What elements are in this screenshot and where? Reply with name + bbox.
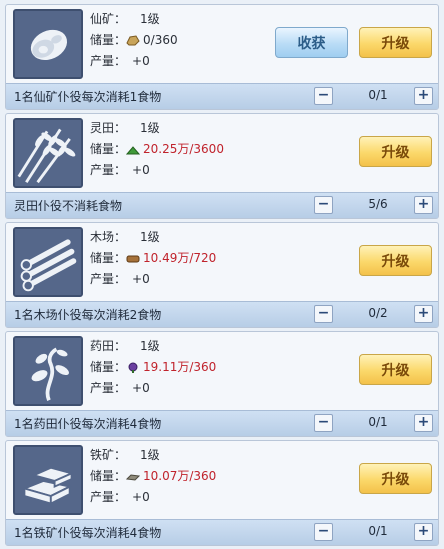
worker-count: 0/2: [368, 306, 388, 320]
building-name-label: 仙矿：: [90, 12, 127, 26]
increase-worker-button[interactable]: +: [414, 87, 433, 105]
storage-label: 储量：: [90, 360, 127, 374]
building-name-label: 木场：: [90, 230, 127, 244]
herb-res-icon: [128, 362, 138, 373]
storage-value: 20.25万/3600: [143, 142, 224, 156]
decrease-worker-button[interactable]: −: [314, 196, 333, 214]
output-label: 产量：: [90, 163, 127, 177]
building-name-label: 灵田：: [90, 121, 127, 135]
grain-res-icon: [126, 146, 141, 155]
building-level: 1级: [140, 230, 160, 244]
worker-count: 0/1: [368, 415, 388, 429]
building-card-lingtian: 灵田： 1级 储量： 20.25万/3600 产量： +0 升级 灵田仆役不消耗食物…: [5, 113, 439, 219]
iron-ingot-icon: [13, 445, 83, 515]
building-list: 仙矿： 1级 储量： 0/360 产量： +0 收获 升级 1名仙矿仆役每次消耗1食…: [0, 0, 444, 549]
iron-res-icon: [126, 474, 141, 481]
worker-consumption-text: 1名木场仆役每次消耗2食物: [14, 308, 162, 322]
wood-res-icon: [126, 255, 140, 263]
worker-bar: 灵田仆役不消耗食物 − 5/6 +: [6, 192, 438, 218]
ore-icon: [13, 9, 83, 79]
storage-label: 储量：: [90, 33, 127, 47]
worker-consumption-text: 1名铁矿仆役每次消耗4食物: [14, 526, 162, 540]
increase-worker-button[interactable]: +: [414, 196, 433, 214]
output-label: 产量：: [90, 272, 127, 286]
worker-bar: 1名木场仆役每次消耗2食物 − 0/2 +: [6, 301, 438, 327]
storage-value: 10.07万/360: [143, 469, 217, 483]
decrease-worker-button[interactable]: −: [314, 414, 333, 432]
increase-worker-button[interactable]: +: [414, 523, 433, 541]
worker-bar: 1名铁矿仆役每次消耗4食物 − 0/1 +: [6, 519, 438, 545]
storage-value: 10.49万/720: [143, 251, 217, 265]
output-value: +0: [132, 490, 150, 504]
increase-worker-button[interactable]: +: [414, 305, 433, 323]
wheat-icon: [13, 118, 83, 188]
stone-res-icon: [126, 35, 140, 46]
storage-value: 0/360: [143, 33, 178, 47]
building-level: 1级: [140, 448, 160, 462]
decrease-worker-button[interactable]: −: [314, 523, 333, 541]
building-card-muchang: 木场： 1级 储量： 10.49万/720 产量： +0 升级 1名木场仆役每次消耗…: [5, 222, 439, 328]
building-name-label: 药田：: [90, 339, 127, 353]
worker-consumption-text: 灵田仆役不消耗食物: [14, 199, 123, 213]
logs-icon: [13, 227, 83, 297]
output-value: +0: [132, 381, 150, 395]
worker-consumption-text: 1名仙矿仆役每次消耗1食物: [14, 90, 162, 104]
worker-bar: 1名仙矿仆役每次消耗1食物 − 0/1 +: [6, 83, 438, 109]
output-label: 产量：: [90, 490, 127, 504]
upgrade-button[interactable]: 升级: [359, 463, 432, 494]
output-label: 产量：: [90, 381, 127, 395]
output-label: 产量：: [90, 54, 127, 68]
increase-worker-button[interactable]: +: [414, 414, 433, 432]
output-value: +0: [132, 163, 150, 177]
worker-count: 5/6: [368, 197, 388, 211]
worker-count: 0/1: [368, 524, 388, 538]
output-value: +0: [132, 272, 150, 286]
upgrade-button[interactable]: 升级: [359, 354, 432, 385]
building-card-tiekuang: 铁矿： 1级 储量： 10.07万/360 产量： +0 升级 1名铁矿仆役每次消耗…: [5, 440, 439, 546]
upgrade-button[interactable]: 升级: [359, 245, 432, 276]
upgrade-button[interactable]: 升级: [359, 136, 432, 167]
decrease-worker-button[interactable]: −: [314, 87, 333, 105]
building-level: 1级: [140, 121, 160, 135]
herb-icon: [13, 336, 83, 406]
upgrade-button[interactable]: 升级: [359, 27, 432, 58]
storage-label: 储量：: [90, 251, 127, 265]
building-card-yaotian: 药田： 1级 储量： 19.11万/360 产量： +0 升级 1名药田仆役每次消耗…: [5, 331, 439, 437]
decrease-worker-button[interactable]: −: [314, 305, 333, 323]
worker-bar: 1名药田仆役每次消耗4食物 − 0/1 +: [6, 410, 438, 436]
storage-label: 储量：: [90, 142, 127, 156]
worker-count: 0/1: [368, 88, 388, 102]
harvest-button[interactable]: 收获: [275, 27, 348, 58]
building-level: 1级: [140, 12, 160, 26]
building-name-label: 铁矿：: [90, 448, 127, 462]
output-value: +0: [132, 54, 150, 68]
building-level: 1级: [140, 339, 160, 353]
building-card-xiankuang: 仙矿： 1级 储量： 0/360 产量： +0 收获 升级 1名仙矿仆役每次消耗1食…: [5, 4, 439, 110]
storage-value: 19.11万/360: [143, 360, 217, 374]
worker-consumption-text: 1名药田仆役每次消耗4食物: [14, 417, 162, 431]
storage-label: 储量：: [90, 469, 127, 483]
